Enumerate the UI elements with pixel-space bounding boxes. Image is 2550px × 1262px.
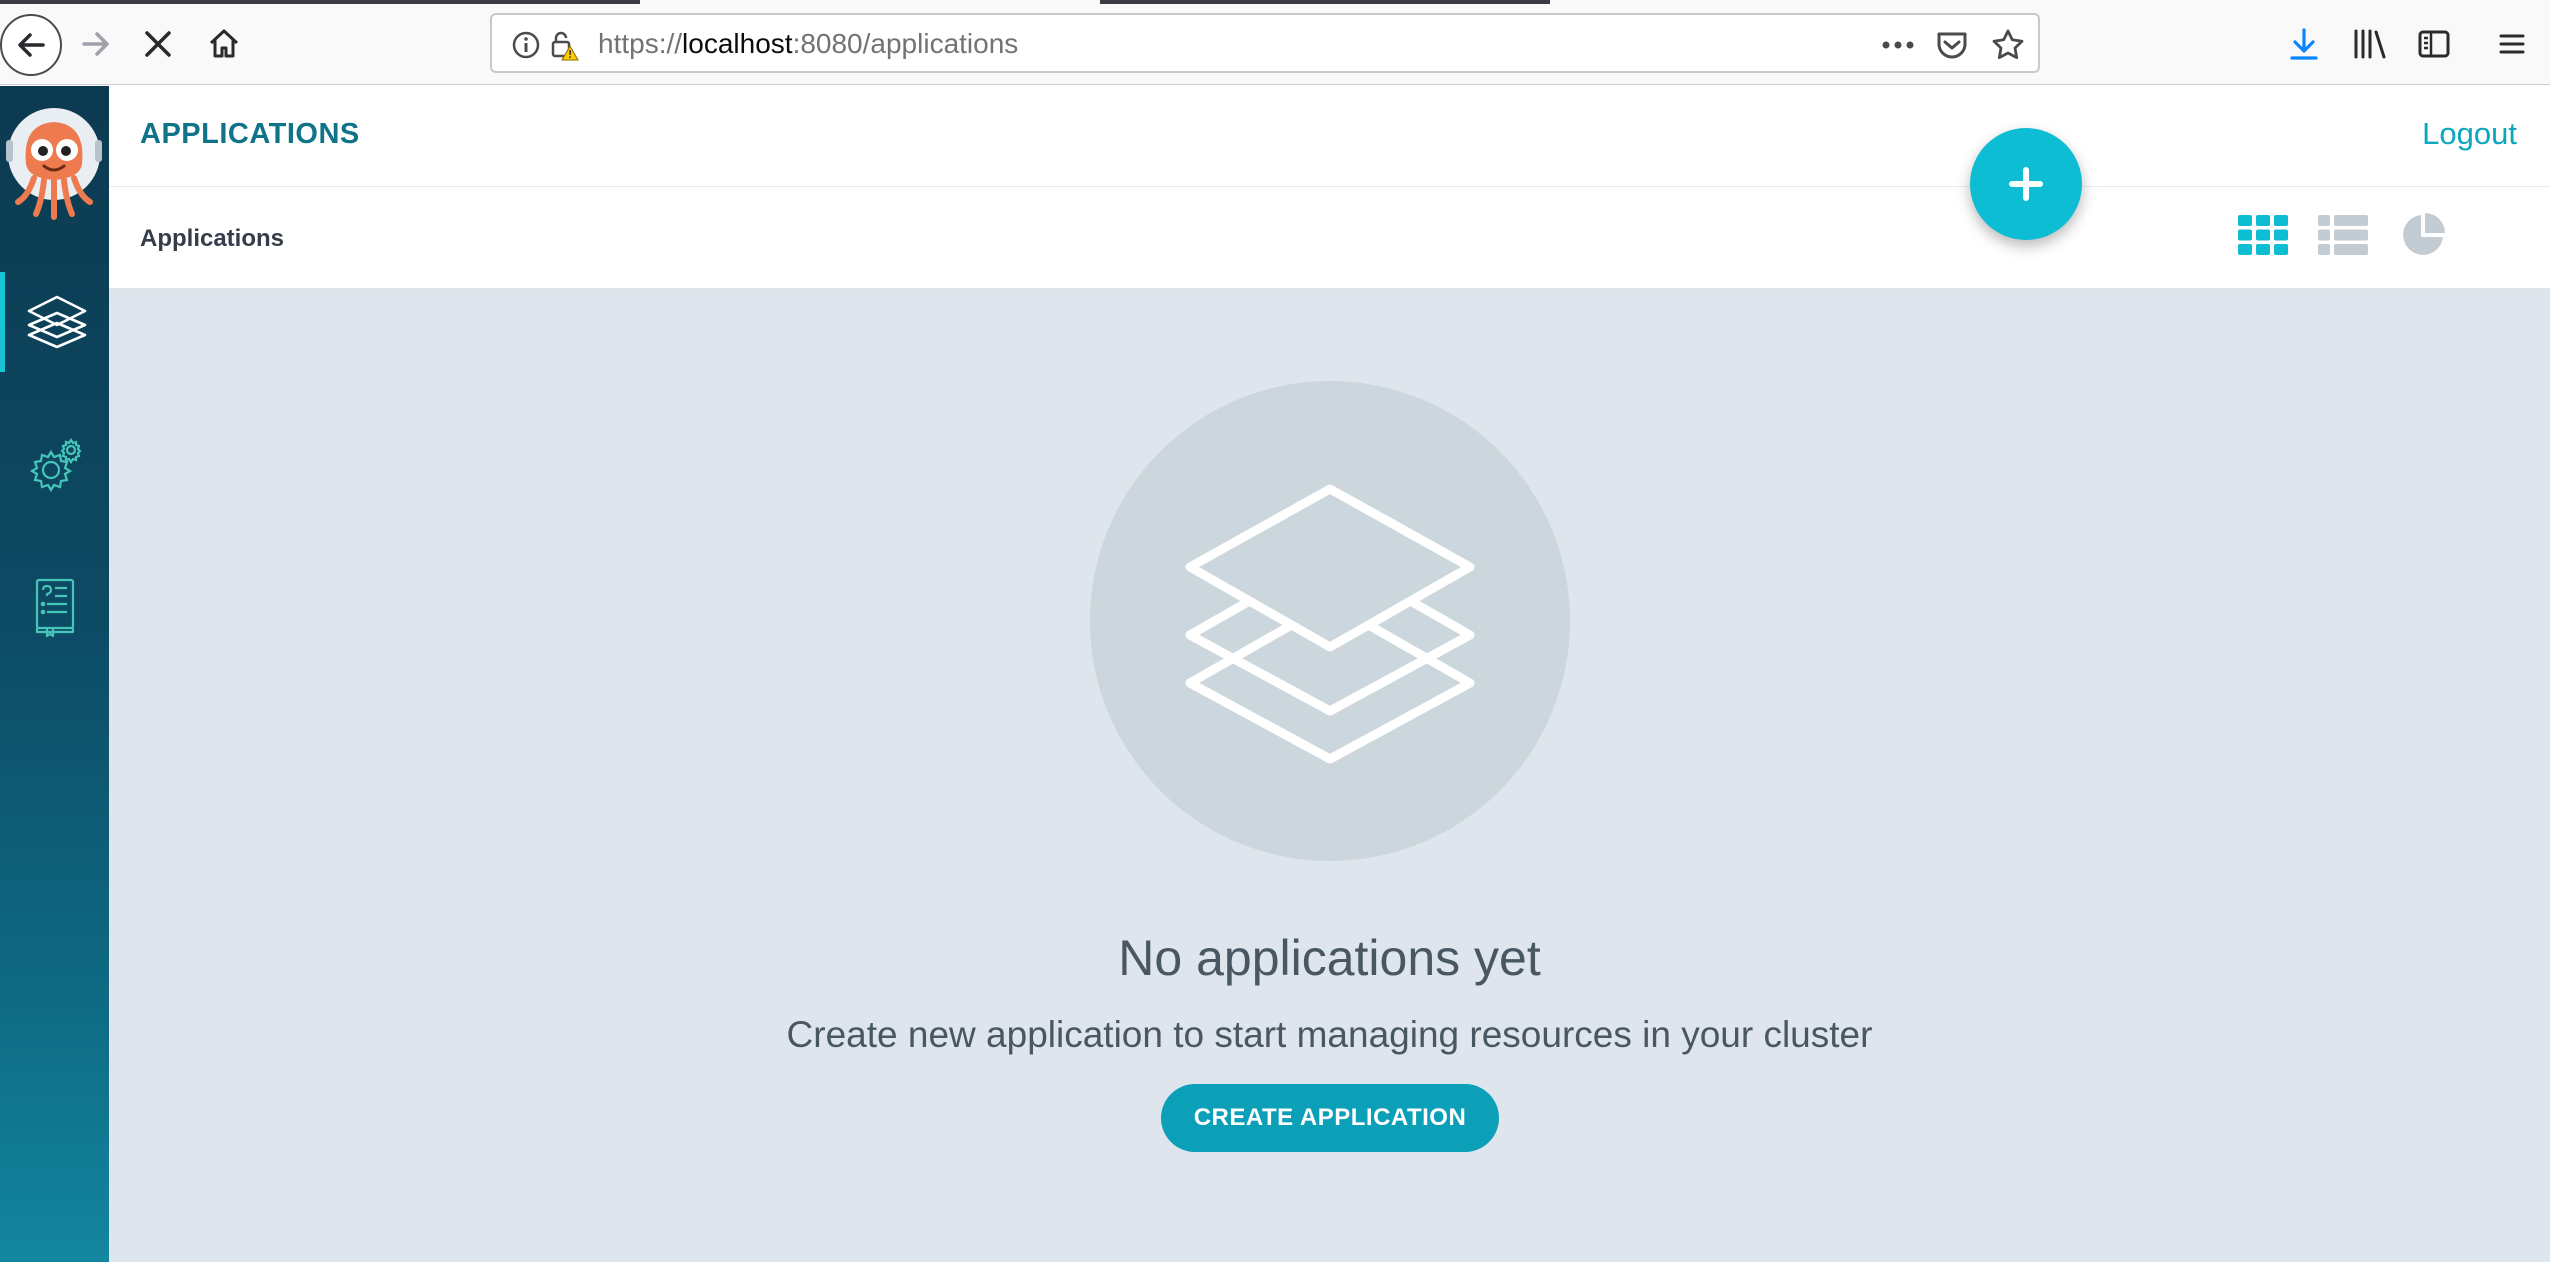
library-button[interactable] xyxy=(2348,22,2392,66)
sidebar-icon xyxy=(2418,30,2450,58)
empty-state-subtitle: Create new application to start managing… xyxy=(786,1014,1873,1055)
argo-logo[interactable] xyxy=(4,104,104,224)
tiles-view-button[interactable] xyxy=(2235,207,2291,263)
breadcrumb: Applications xyxy=(140,225,285,252)
layers-icon xyxy=(1185,484,1475,764)
page-title: APPLICATIONS xyxy=(140,118,360,150)
library-icon xyxy=(2354,29,2386,59)
sidebar-toggle-button[interactable] xyxy=(2412,22,2456,66)
list-view-button[interactable] xyxy=(2315,207,2371,263)
stop-button[interactable] xyxy=(136,22,180,66)
logout-link[interactable]: Logout xyxy=(2422,116,2517,152)
hamburger-menu-icon xyxy=(2499,34,2525,54)
address-bar[interactable]: https://localhost:8080/applications xyxy=(490,13,2040,73)
forward-button[interactable] xyxy=(74,22,118,66)
home-icon xyxy=(209,29,239,58)
back-button[interactable] xyxy=(0,14,62,76)
pie-chart-icon xyxy=(2403,213,2445,255)
sidebar-item-user-info[interactable] xyxy=(0,556,109,656)
add-application-button[interactable] xyxy=(1970,128,2082,240)
arrow-right-icon xyxy=(82,32,109,56)
empty-state-illustration xyxy=(1090,381,1570,861)
home-button[interactable] xyxy=(202,22,246,66)
summary-view-button[interactable] xyxy=(2395,207,2451,263)
downloads-button[interactable] xyxy=(2282,22,2326,66)
browser-toolbar: https://localhost:8080/applications xyxy=(0,0,2550,85)
layers-icon xyxy=(27,295,87,349)
grid-icon xyxy=(2238,215,2288,255)
star-icon[interactable] xyxy=(1990,27,2026,63)
download-icon xyxy=(2290,28,2318,60)
tab-indicator xyxy=(1100,0,1550,4)
docs-icon xyxy=(35,578,74,638)
create-application-button[interactable]: CREATE APPLICATION xyxy=(1161,1084,1499,1152)
view-toolbar: Applications xyxy=(109,187,2550,289)
empty-state-title: No applications yet xyxy=(1118,930,1541,986)
sidebar-item-settings[interactable] xyxy=(0,416,109,516)
tab-indicator xyxy=(0,0,640,4)
gear-icon xyxy=(29,438,82,493)
arrow-left-icon xyxy=(18,33,45,57)
top-bar: APPLICATIONS Logout xyxy=(109,86,2550,187)
menu-button[interactable] xyxy=(2490,22,2534,66)
close-icon xyxy=(145,31,171,57)
list-icon xyxy=(2318,215,2368,255)
applications-empty-state: No applications yet Create new applicati… xyxy=(109,289,2550,1262)
pocket-icon[interactable] xyxy=(1934,27,1970,63)
url-text[interactable]: https://localhost:8080/applications xyxy=(598,28,1018,60)
plus-icon xyxy=(2009,167,2043,201)
insecure-lock-icon[interactable] xyxy=(548,29,580,61)
sidebar xyxy=(0,86,109,1262)
sidebar-item-applications[interactable] xyxy=(0,272,109,372)
more-actions-icon[interactable] xyxy=(1878,29,1918,61)
info-icon[interactable] xyxy=(510,29,542,61)
